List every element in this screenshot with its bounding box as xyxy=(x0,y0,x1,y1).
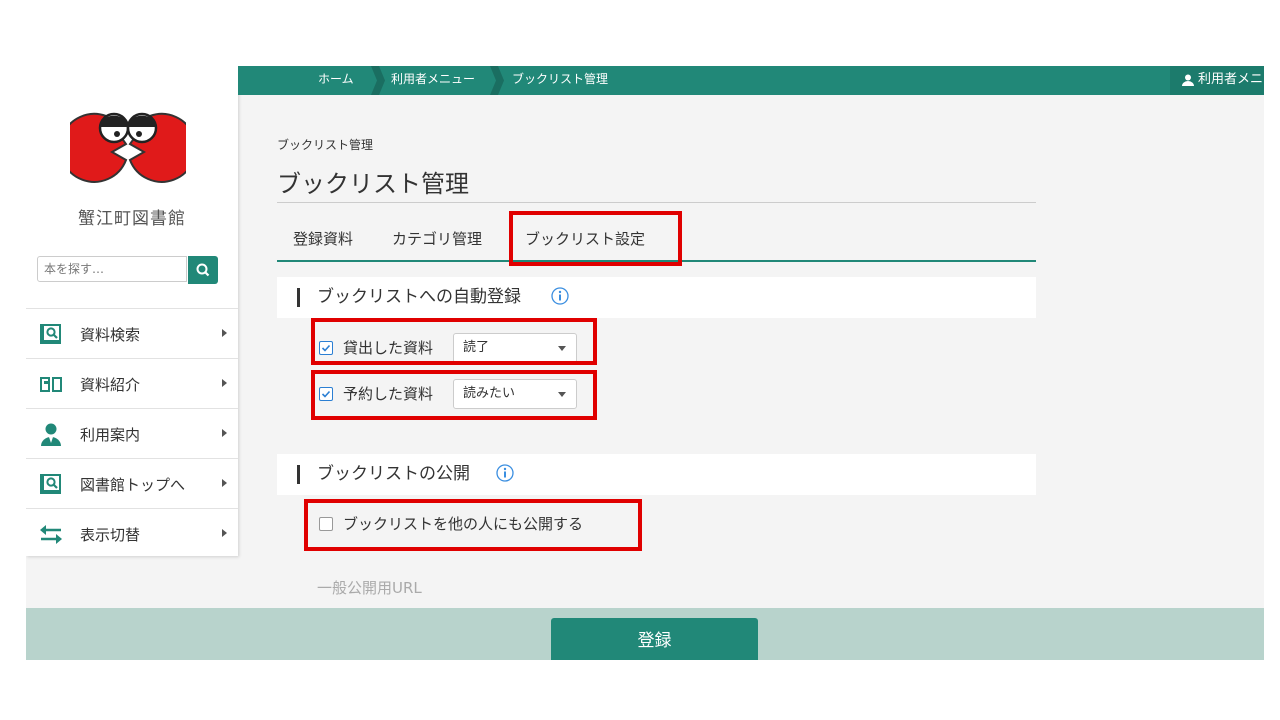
sidebar-item-introduction[interactable]: 資料紹介 xyxy=(26,358,238,408)
info-icon[interactable] xyxy=(551,287,569,305)
search-box xyxy=(37,256,218,284)
open-book-icon xyxy=(40,377,62,392)
search-icon xyxy=(196,263,210,277)
sidebar-item-guide[interactable]: 利用案内 xyxy=(26,408,238,458)
breadcrumb-current: ブックリスト管理 xyxy=(512,72,609,86)
library-logo[interactable] xyxy=(70,108,186,184)
person-icon xyxy=(41,423,61,446)
chevron-right-icon xyxy=(222,479,227,487)
user-menu-label: 利用者メニュー xyxy=(1198,72,1264,87)
highlight-box xyxy=(509,211,682,266)
title-divider xyxy=(277,202,1036,203)
public-url-label: 一般公開用URL xyxy=(317,579,422,597)
sidebar-item-label: 表示切替 xyxy=(80,526,141,544)
sidebar-item-label: 図書館トップへ xyxy=(80,476,186,494)
top-bar: ホーム 利用者メニュー ブックリスト管理 利用者メニュー xyxy=(238,66,1264,95)
section-title: ブックリストへの自動登録 xyxy=(317,287,521,307)
sidebar: 蟹江町図書館 資料検索 xyxy=(26,66,238,556)
section-publish: ブックリストの公開 xyxy=(277,454,1036,495)
register-button[interactable]: 登録 xyxy=(551,618,758,660)
tab-category-management[interactable]: カテゴリ管理 xyxy=(392,218,482,260)
sidebar-item-search[interactable]: 資料検索 xyxy=(26,308,238,358)
highlight-box xyxy=(311,370,597,420)
sidebar-nav: 資料検索 資料紹介 利用案内 図書館トップへ 表示切替 xyxy=(26,308,238,558)
info-icon[interactable] xyxy=(496,464,514,482)
section-title: ブックリストの公開 xyxy=(317,464,470,484)
chevron-right-icon xyxy=(222,379,227,387)
breadcrumb-separator-icon xyxy=(490,66,504,95)
sidebar-item-label: 資料検索 xyxy=(80,326,141,344)
search-input[interactable] xyxy=(37,256,187,282)
highlight-box xyxy=(304,499,642,551)
sidebar-item-library-top[interactable]: 図書館トップへ xyxy=(26,458,238,508)
sidebar-item-label: 利用案内 xyxy=(80,426,141,444)
book-search-icon xyxy=(40,474,61,494)
section-marker xyxy=(297,288,300,307)
search-button[interactable] xyxy=(188,256,218,284)
page-frame: 蟹江町図書館 資料検索 xyxy=(26,66,1264,660)
page-title: ブックリスト管理 xyxy=(277,170,469,198)
breadcrumb-home[interactable]: ホーム xyxy=(318,66,354,95)
library-name: 蟹江町図書館 xyxy=(78,209,186,229)
page-subtitle: ブックリスト管理 xyxy=(277,138,374,152)
tab-registered-items[interactable]: 登録資料 xyxy=(293,218,353,260)
book-search-icon xyxy=(40,324,61,344)
footer-bar: 登録 xyxy=(26,608,1264,660)
swap-arrows-icon xyxy=(40,525,62,544)
section-auto-register: ブックリストへの自動登録 xyxy=(277,277,1036,318)
chevron-right-icon xyxy=(222,329,227,337)
highlight-box xyxy=(311,318,597,365)
sidebar-item-label: 資料紹介 xyxy=(80,376,141,394)
chevron-right-icon xyxy=(222,529,227,537)
user-icon xyxy=(1182,74,1194,86)
breadcrumb-separator-icon xyxy=(371,66,385,95)
breadcrumb-user-menu[interactable]: 利用者メニュー xyxy=(391,66,475,95)
section-marker xyxy=(297,465,300,484)
sidebar-item-display-toggle[interactable]: 表示切替 xyxy=(26,508,238,558)
chevron-right-icon xyxy=(222,429,227,437)
user-menu-button[interactable]: 利用者メニュー xyxy=(1170,66,1264,95)
